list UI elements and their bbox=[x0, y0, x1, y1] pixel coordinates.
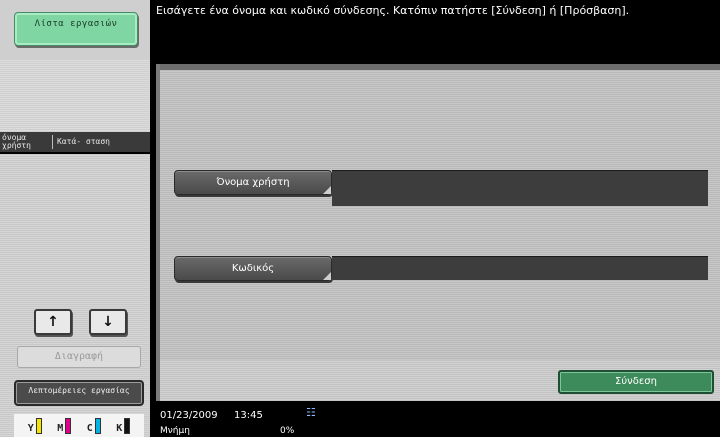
job-details-button[interactable]: Λεπτομέρειες εργασίας bbox=[14, 380, 144, 406]
toner-gauge bbox=[94, 417, 101, 434]
toner-label: C bbox=[86, 422, 93, 434]
password-field[interactable] bbox=[332, 256, 708, 280]
username-field[interactable] bbox=[332, 170, 708, 206]
scroll-up-button[interactable]: ↑ bbox=[34, 309, 72, 335]
column-header-user-name: όνομα χρήστη bbox=[2, 133, 31, 150]
toner-label: M bbox=[57, 422, 64, 434]
job-list-header: όνομα χρήστη Κατά- σταση bbox=[0, 132, 150, 154]
instruction-message: Εισάγετε ένα όνομα και κωδικό σύνδεσης. … bbox=[156, 4, 630, 17]
toner-cyan: C bbox=[86, 417, 101, 434]
toner-magenta: M bbox=[57, 417, 72, 434]
toner-status: Y M C K bbox=[14, 414, 144, 437]
status-time: 13:45 bbox=[234, 410, 263, 421]
login-panel bbox=[156, 64, 720, 401]
toner-gauge bbox=[124, 417, 131, 434]
toner-gauge bbox=[65, 417, 72, 434]
password-button[interactable]: Κωδικός bbox=[174, 256, 332, 281]
toner-yellow: Y bbox=[27, 417, 42, 434]
column-header-status: Κατά- σταση bbox=[57, 137, 110, 146]
username-button[interactable]: Όνομα χρήστη bbox=[174, 170, 332, 195]
memory-label: Μνήμη bbox=[160, 426, 190, 436]
arrow-down-icon: ↓ bbox=[102, 314, 114, 330]
delete-button[interactable]: Διαγραφή bbox=[17, 346, 141, 368]
toner-label: Y bbox=[27, 422, 34, 434]
arrow-up-icon: ↑ bbox=[47, 314, 59, 330]
toner-black: K bbox=[116, 417, 131, 434]
status-date: 01/23/2009 bbox=[160, 410, 218, 421]
scroll-down-button[interactable]: ↓ bbox=[89, 309, 127, 335]
login-button[interactable]: Σύνδεση bbox=[558, 370, 714, 394]
sidebar-empty-area bbox=[0, 60, 150, 132]
sidebar: Λίστα εργασιών όνομα χρήστη Κατά- σταση … bbox=[0, 0, 150, 437]
toner-gauge bbox=[35, 417, 42, 434]
memory-value: 0% bbox=[280, 426, 295, 436]
status-bar: 01/23/2009 13:45 ☷ Μνήμη 0% bbox=[150, 404, 720, 437]
network-icon: ☷ bbox=[306, 406, 316, 419]
toner-label: K bbox=[116, 422, 123, 434]
job-list-button[interactable]: Λίστα εργασιών bbox=[14, 12, 138, 46]
